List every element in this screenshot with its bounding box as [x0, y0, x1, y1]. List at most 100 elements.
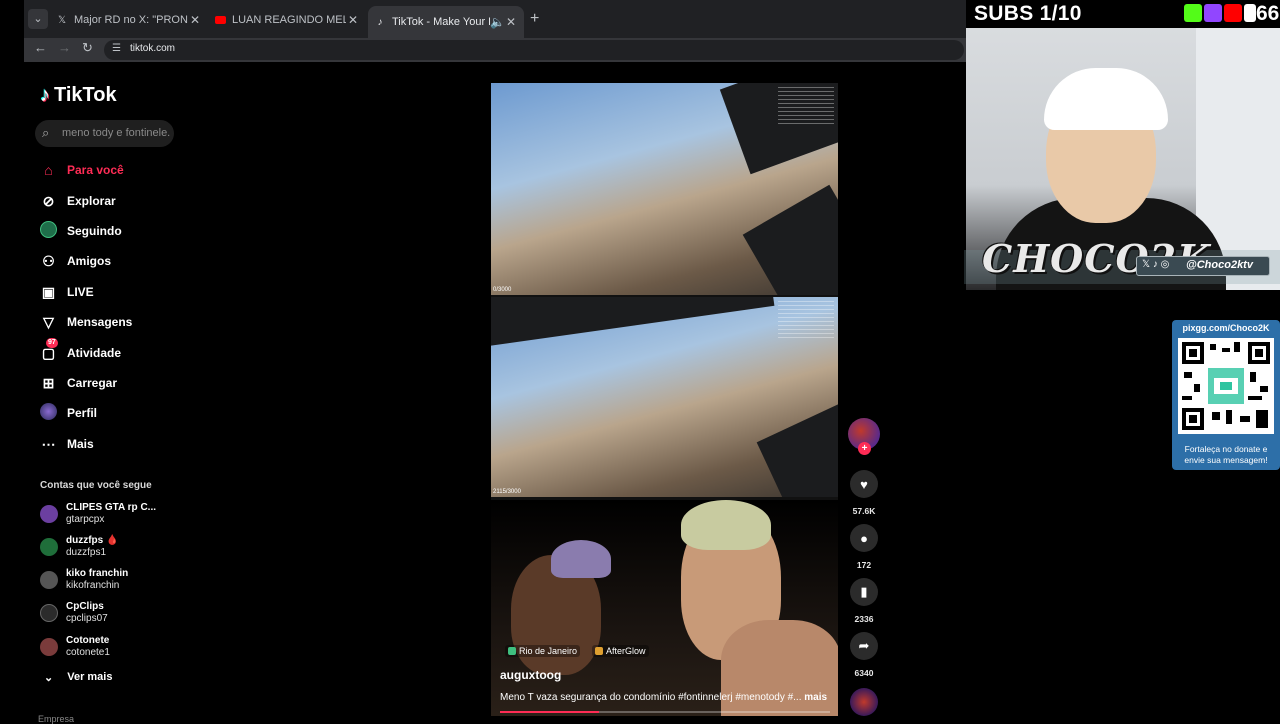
youtube-icon [214, 14, 226, 26]
tab-title: TikTok - Make Your Day [392, 16, 490, 28]
streamer-handle: @Choco2ktv [1186, 259, 1253, 271]
activity-icon: ▢ 97 [41, 337, 58, 361]
forward-icon[interactable]: → [58, 40, 71, 55]
like-count: 57.6K [852, 506, 876, 516]
twitch-icon [1204, 4, 1222, 22]
video-frame-bottom: 2115/3000 [491, 297, 838, 497]
avatar [40, 505, 58, 523]
more-icon: ⋯ [41, 435, 56, 452]
comment-icon: ● [860, 530, 868, 546]
frame-counter: 2115/3000 [493, 489, 521, 495]
video-caption: Meno T vaza segurança do condomínio #fon… [500, 692, 828, 703]
following-accounts-title: Contas que você segue [40, 480, 152, 491]
reload-icon[interactable]: ↻ [82, 40, 93, 56]
nav-amigos[interactable]: ⚇ Amigos [40, 250, 111, 272]
avatar [40, 638, 58, 656]
avatar [40, 604, 58, 622]
effect-tag[interactable]: AfterGlow [592, 645, 649, 657]
tab-title: LUAN REAGINDO MELHOR LÍD [232, 14, 346, 26]
close-tab-icon[interactable]: ✕ [188, 13, 202, 27]
music-disc-icon[interactable] [850, 688, 878, 716]
address-bar[interactable] [104, 40, 964, 60]
activity-badge: 97 [46, 337, 58, 348]
followed-account[interactable]: duzzfps 🩸 duzzfps1 [40, 535, 118, 559]
compass-icon: ⊘ [42, 192, 55, 209]
share-icon: ➦ [858, 638, 870, 653]
friends-icon: ⚇ [42, 252, 55, 269]
like-button[interactable]: ♥ [850, 470, 878, 498]
pix-url: pixgg.com/Choco2K [1182, 323, 1270, 333]
follow-plus-button[interactable]: + [858, 442, 871, 455]
nav-perfil[interactable]: Perfil [40, 402, 97, 424]
frame-counter: 0/3000 [493, 287, 512, 293]
video-author[interactable]: auguxtoog [500, 668, 561, 682]
nav-para-voce[interactable]: ⌂ Para você [40, 159, 123, 181]
see-more-button[interactable]: ⌄ Ver mais [44, 671, 112, 684]
x-icon: 𝕏 [57, 14, 67, 26]
close-tab-icon[interactable]: ✕ [504, 15, 518, 29]
search-icon: ⌕ [42, 125, 50, 140]
nav-carregar[interactable]: ⊞ Carregar [40, 372, 117, 394]
upload-icon: ⊞ [42, 374, 55, 391]
profile-avatar-icon [40, 403, 57, 423]
avatar [40, 538, 58, 556]
home-icon: ⌂ [44, 162, 53, 178]
nav-atividade[interactable]: ▢ 97 Atividade [40, 337, 121, 364]
video-frame-top: 0/3000 [491, 83, 838, 295]
user-icon [1244, 4, 1256, 22]
browser-tab-3-active[interactable]: ♪ TikTok - Make Your Day 🔈 ✕ [368, 6, 524, 38]
tiktok-icon: ♪ [377, 16, 383, 28]
followed-account[interactable]: CpClips cpclips07 [40, 601, 108, 625]
nav-live[interactable]: ▣ LIVE [40, 281, 94, 303]
subs-goal: SUBS 1/10 [974, 2, 1082, 25]
effect-icon [595, 647, 604, 655]
video-reaction-section [491, 500, 838, 716]
tab-title: Major RD no X: "PRONUNCIAM [74, 14, 188, 26]
nav-seguindo[interactable]: Seguindo [40, 220, 122, 242]
video-tags: Rio de Janeiro AfterGlow [505, 645, 649, 657]
address-url: tiktok.com [130, 43, 176, 54]
tab-search-dropdown-icon[interactable]: ⌄ [28, 9, 48, 29]
browser-tab-1[interactable]: 𝕏 Major RD no X: "PRONUNCIAM ✕ [56, 8, 202, 32]
search-placeholder: meno tody e fontinele... [62, 127, 170, 139]
tiktok-note-icon: ♪ [40, 84, 50, 106]
subs-count: 66 [1256, 2, 1280, 25]
live-icon: ▣ [41, 283, 56, 300]
chevron-down-icon: ⌄ [44, 672, 54, 684]
new-tab-button[interactable]: + [530, 10, 539, 28]
location-icon [508, 647, 516, 655]
followed-account[interactable]: Cotonete cotonete1 [40, 635, 110, 659]
tiktok-logo[interactable]: ♪ TikTok [40, 84, 117, 107]
nav-explorar[interactable]: ⊘ Explorar [40, 190, 116, 212]
save-button[interactable]: ▮ [850, 578, 878, 606]
pix-message: Fortaleça no donate e envie sua mensagem… [1184, 444, 1268, 465]
audio-icon[interactable]: 🔈 [490, 15, 505, 29]
browser-tab-2[interactable]: LUAN REAGINDO MELHOR LÍD ✕ [214, 8, 360, 32]
location-tag[interactable]: Rio de Janeiro [505, 645, 581, 657]
video-progress-fill [500, 711, 599, 713]
share-button[interactable]: ➦ [850, 632, 878, 660]
caption-more-link[interactable]: mais [804, 692, 827, 703]
back-icon[interactable]: ← [34, 40, 47, 55]
video-player[interactable]: 0/3000 2115/3000 [491, 83, 838, 716]
qr-code [1178, 338, 1274, 434]
comment-button[interactable]: ● [850, 524, 878, 552]
youtube-icon [1224, 4, 1242, 22]
followed-account[interactable]: kiko franchin kikofranchin [40, 568, 128, 592]
site-info-icon[interactable]: ☰ [112, 43, 121, 54]
save-count: 2336 [854, 614, 874, 624]
heart-icon: ♥ [860, 476, 868, 492]
close-tab-icon[interactable]: ✕ [346, 13, 360, 27]
nav-mensagens[interactable]: ▽ Mensagens [40, 311, 132, 333]
bookmark-icon: ▮ [860, 584, 868, 599]
social-handle-icons: 𝕏 ♪ ◎ [1142, 259, 1170, 270]
share-count: 6340 [854, 668, 874, 678]
platform-icons [1184, 4, 1256, 22]
following-avatar-icon [40, 221, 57, 241]
kick-icon [1184, 4, 1202, 22]
followed-account[interactable]: CLIPES GTA rp C... gtarpcpx [40, 502, 156, 526]
nav-mais[interactable]: ⋯ Mais [40, 433, 94, 455]
comment-count: 172 [856, 560, 872, 570]
footer-section-label: Empresa [38, 714, 75, 724]
avatar [40, 571, 58, 589]
